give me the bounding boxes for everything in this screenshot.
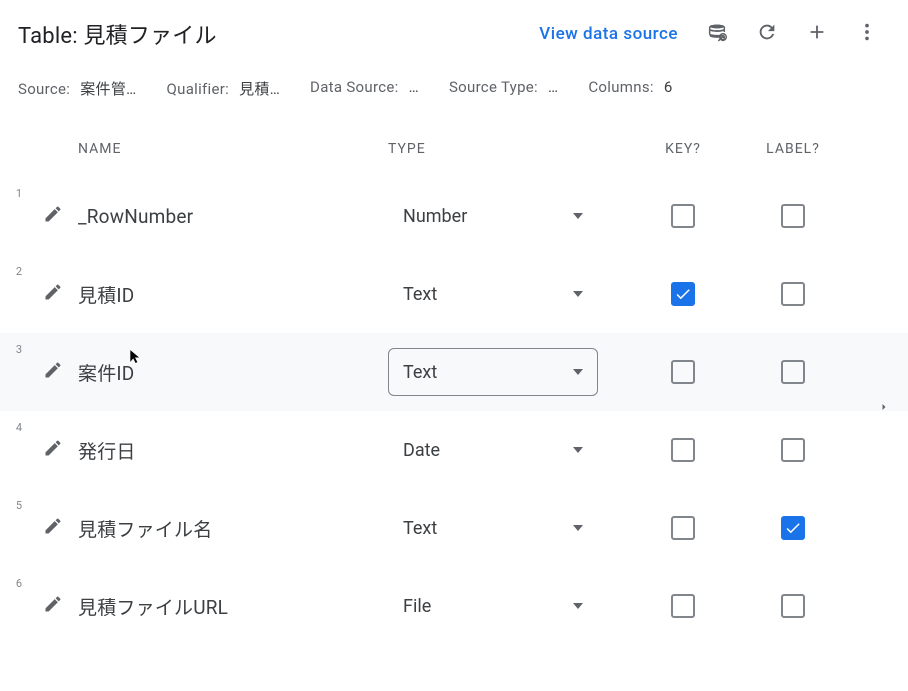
table-title-prefix: Table: [18, 24, 78, 49]
expand-panel-button[interactable] [878, 398, 890, 420]
edit-column-button[interactable] [28, 516, 78, 540]
row-index: 5 [0, 489, 28, 512]
table-header-bar: Table: 見積ファイル View data source [0, 0, 908, 60]
row-index: 3 [0, 333, 28, 356]
chevron-down-icon [573, 447, 583, 453]
edit-column-button[interactable] [28, 360, 78, 384]
info-sourcetype[interactable]: Source Type: … [449, 78, 558, 99]
column-name[interactable]: 見積ID [78, 281, 388, 308]
info-source[interactable]: Source: 案件管… [18, 78, 137, 99]
pencil-icon [43, 516, 63, 540]
view-data-source-link[interactable]: View data source [539, 24, 678, 44]
info-columns[interactable]: Columns: 6 [588, 78, 672, 99]
th-name: NAME [78, 141, 388, 157]
column-type-select[interactable]: Text [388, 270, 598, 318]
label-checkbox[interactable] [781, 360, 805, 384]
label-checkbox[interactable] [781, 438, 805, 462]
column-name[interactable]: 案件ID [78, 359, 388, 386]
edit-column-button[interactable] [28, 594, 78, 618]
row-index: 4 [0, 411, 28, 434]
pencil-icon [43, 204, 63, 228]
column-type-select[interactable]: Text [388, 504, 598, 552]
columns-table-header: NAME TYPE KEY? LABEL? [0, 129, 908, 177]
header-action-icons [706, 21, 878, 47]
table-row[interactable]: 6 見積ファイルURL File [0, 567, 908, 645]
label-checkbox[interactable] [781, 594, 805, 618]
row-index: 1 [0, 177, 28, 200]
row-index: 2 [0, 255, 28, 278]
info-sourcetype-value: … [548, 78, 558, 96]
info-qualifier[interactable]: Qualifier: 見積… [167, 78, 281, 99]
key-checkbox[interactable] [671, 594, 695, 618]
table-row[interactable]: 1 _RowNumber Number [0, 177, 908, 255]
chevron-down-icon [573, 525, 583, 531]
chevron-down-icon [573, 603, 583, 609]
column-type-select[interactable]: Date [388, 426, 598, 474]
column-type-select[interactable]: Number [388, 192, 598, 240]
key-checkbox[interactable] [671, 516, 695, 540]
table-row[interactable]: 5 見積ファイル名 Text [0, 489, 908, 567]
pencil-icon [43, 360, 63, 384]
chevron-down-icon [573, 291, 583, 297]
column-name[interactable]: 見積ファイル名 [78, 515, 388, 542]
column-type-select[interactable]: File [388, 582, 598, 630]
pencil-icon [43, 594, 63, 618]
table-row[interactable]: 2 見積ID Text [0, 255, 908, 333]
info-columns-label: Columns: [588, 78, 653, 96]
info-datasource-label: Data Source: [310, 78, 399, 96]
column-type-value: Text [403, 284, 437, 305]
chevron-down-icon [573, 369, 583, 375]
key-checkbox[interactable] [671, 360, 695, 384]
key-checkbox[interactable] [671, 438, 695, 462]
regenerate-icon[interactable] [706, 21, 728, 47]
column-name[interactable]: _RowNumber [78, 205, 388, 228]
label-checkbox[interactable] [781, 516, 805, 540]
table-title-value: 見積ファイル [83, 24, 216, 49]
table-row[interactable]: 3 案件ID Text [0, 333, 908, 411]
edit-column-button[interactable] [28, 204, 78, 228]
info-columns-value: 6 [664, 78, 673, 96]
info-source-label: Source: [18, 80, 70, 98]
edit-column-button[interactable] [28, 282, 78, 306]
info-sourcetype-label: Source Type: [449, 78, 538, 96]
edit-column-button[interactable] [28, 438, 78, 462]
table-info-strip: Source: 案件管… Qualifier: 見積… Data Source:… [0, 60, 908, 129]
info-datasource[interactable]: Data Source: … [310, 78, 419, 99]
column-type-value: Date [403, 440, 440, 461]
th-label: LABEL? [738, 141, 848, 157]
key-checkbox[interactable] [671, 282, 695, 306]
info-qualifier-label: Qualifier: [167, 80, 230, 98]
column-type-value: Text [403, 362, 437, 383]
chevron-down-icon [573, 213, 583, 219]
info-source-value: 案件管… [80, 80, 136, 98]
columns-table-body: 1 _RowNumber Number 2 見積ID Text 3 案件ID Text 4 発行日 D… [0, 177, 908, 645]
column-type-value: File [403, 596, 431, 617]
th-type: TYPE [388, 141, 628, 157]
more-vert-icon[interactable] [856, 21, 878, 47]
column-name[interactable]: 発行日 [78, 437, 388, 464]
refresh-icon[interactable] [756, 21, 778, 47]
info-qualifier-value: 見積… [239, 80, 280, 98]
label-checkbox[interactable] [781, 204, 805, 228]
column-type-value: Text [403, 518, 437, 539]
pencil-icon [43, 282, 63, 306]
key-checkbox[interactable] [671, 204, 695, 228]
pencil-icon [43, 438, 63, 462]
info-datasource-value: … [409, 78, 419, 96]
table-title: Table: 見積ファイル [18, 18, 539, 50]
column-name[interactable]: 見積ファイルURL [78, 593, 388, 620]
plus-icon[interactable] [806, 21, 828, 47]
label-checkbox[interactable] [781, 282, 805, 306]
row-index: 6 [0, 567, 28, 590]
table-row[interactable]: 4 発行日 Date [0, 411, 908, 489]
column-type-value: Number [403, 206, 467, 227]
th-key: KEY? [628, 141, 738, 157]
column-type-select[interactable]: Text [388, 348, 598, 396]
